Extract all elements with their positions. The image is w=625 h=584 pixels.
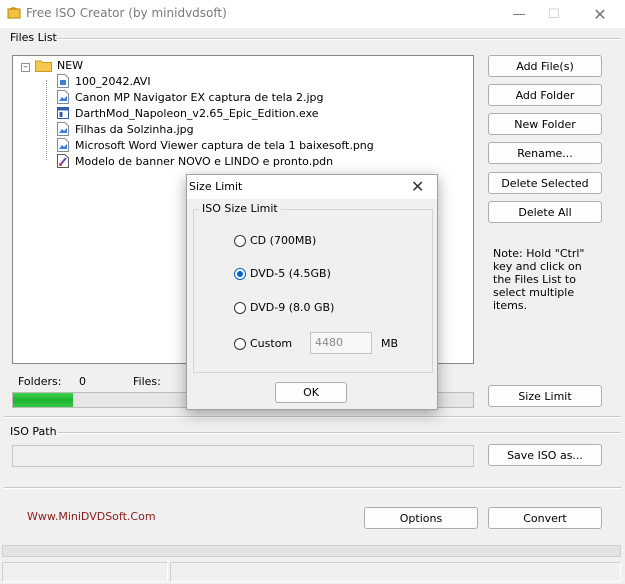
radio-label: Custom bbox=[250, 337, 293, 350]
size-limit-button[interactable]: Size Limit bbox=[488, 385, 602, 407]
progress-fill bbox=[13, 393, 73, 407]
rename-button[interactable]: Rename... bbox=[488, 142, 602, 164]
add-files-button[interactable]: Add File(s) bbox=[488, 55, 602, 77]
file-name: Microsoft Word Viewer captura de tela 1 … bbox=[75, 138, 374, 152]
radio-dvd5[interactable]: DVD-5 (4.5GB) bbox=[234, 267, 331, 280]
list-item[interactable]: Modelo de banner NOVO e LINDO e pronto.p… bbox=[57, 153, 333, 169]
video-file-icon bbox=[57, 74, 69, 88]
dialog-close-icon[interactable]: ✕ bbox=[411, 177, 424, 196]
radio-button[interactable] bbox=[234, 301, 246, 314]
options-button[interactable]: Options bbox=[364, 507, 478, 529]
paint-file-icon bbox=[57, 154, 69, 168]
new-folder-button[interactable]: New Folder bbox=[488, 113, 602, 135]
file-name: Canon MP Navigator EX captura de tela 2.… bbox=[75, 90, 324, 104]
save-iso-as-button[interactable]: Save ISO as... bbox=[488, 444, 602, 466]
radio-button[interactable] bbox=[234, 337, 246, 350]
ok-button[interactable]: OK bbox=[275, 382, 347, 403]
radio-button[interactable] bbox=[234, 234, 246, 247]
radio-cd[interactable]: CD (700MB) bbox=[234, 234, 316, 247]
list-item[interactable]: Microsoft Word Viewer captura de tela 1 … bbox=[57, 137, 374, 153]
tree-root-item[interactable]: NEW bbox=[35, 57, 83, 73]
files-list-label: Files List bbox=[10, 31, 57, 44]
tree-line bbox=[46, 80, 47, 160]
files-label: Files: bbox=[133, 375, 161, 388]
file-name: Filhas da Solzinha.jpg bbox=[75, 122, 194, 136]
custom-size-input[interactable]: 4480 bbox=[310, 332, 372, 354]
app-disc-icon bbox=[7, 7, 21, 19]
folders-count: 0 bbox=[79, 375, 86, 388]
secondary-progress-bar bbox=[2, 545, 621, 557]
custom-size-unit: MB bbox=[381, 337, 399, 350]
radio-label: DVD-5 (4.5GB) bbox=[250, 267, 331, 280]
files-list-separator bbox=[56, 38, 621, 40]
iso-path-separator bbox=[58, 432, 621, 434]
file-name: DarthMod_Napoleon_v2.65_Epic_Edition.exe bbox=[75, 106, 319, 120]
folders-label: Folders: bbox=[18, 375, 62, 388]
radio-dvd9[interactable]: DVD-9 (8.0 GB) bbox=[234, 301, 334, 314]
website-link[interactable]: Www.MiniDVDSoft.Com bbox=[27, 510, 156, 523]
multi-select-note: Note: Hold "Ctrl" key and click on the F… bbox=[493, 247, 585, 312]
close-button[interactable]: ✕ bbox=[577, 0, 623, 28]
image-file-icon bbox=[57, 90, 69, 104]
image-file-icon bbox=[57, 122, 69, 136]
maximize-button[interactable]: ☐ bbox=[531, 0, 577, 28]
collapse-icon[interactable]: – bbox=[21, 63, 30, 72]
list-item[interactable]: Filhas da Solzinha.jpg bbox=[57, 121, 194, 137]
exe-file-icon bbox=[57, 107, 69, 119]
list-item[interactable]: 100_2042.AVI bbox=[57, 73, 151, 89]
iso-size-limit-label: ISO Size Limit bbox=[199, 202, 281, 215]
tree-root-label: NEW bbox=[57, 58, 84, 72]
window-title: Free ISO Creator (by minidvdsoft) bbox=[26, 6, 227, 20]
delete-all-button[interactable]: Delete All bbox=[488, 201, 602, 223]
list-item[interactable]: Canon MP Navigator EX captura de tela 2.… bbox=[57, 89, 323, 105]
file-name: Modelo de banner NOVO e LINDO e pronto.p… bbox=[75, 154, 334, 168]
iso-path-input[interactable] bbox=[12, 445, 474, 467]
dialog-title: Size Limit bbox=[189, 180, 243, 193]
dialog-title-bar: Size Limit ✕ bbox=[187, 175, 437, 199]
size-limit-dialog: Size Limit ✕ ISO Size Limit CD (700MB) D… bbox=[186, 174, 438, 410]
radio-button-selected[interactable] bbox=[234, 267, 246, 280]
iso-path-label: ISO Path bbox=[10, 425, 57, 438]
delete-selected-button[interactable]: Delete Selected bbox=[488, 172, 602, 194]
radio-label: DVD-9 (8.0 GB) bbox=[250, 301, 335, 314]
separator bbox=[4, 487, 621, 489]
convert-button[interactable]: Convert bbox=[488, 507, 602, 529]
file-name: 100_2042.AVI bbox=[75, 74, 151, 88]
folder-icon bbox=[35, 60, 52, 72]
status-cell bbox=[2, 562, 168, 582]
status-cell bbox=[170, 562, 621, 582]
image-file-icon bbox=[57, 138, 69, 152]
list-item[interactable]: DarthMod_Napoleon_v2.65_Epic_Edition.exe bbox=[57, 105, 319, 121]
separator bbox=[4, 416, 621, 418]
radio-label: CD (700MB) bbox=[250, 234, 317, 247]
add-folder-button[interactable]: Add Folder bbox=[488, 84, 602, 106]
radio-custom[interactable]: Custom bbox=[234, 337, 292, 350]
